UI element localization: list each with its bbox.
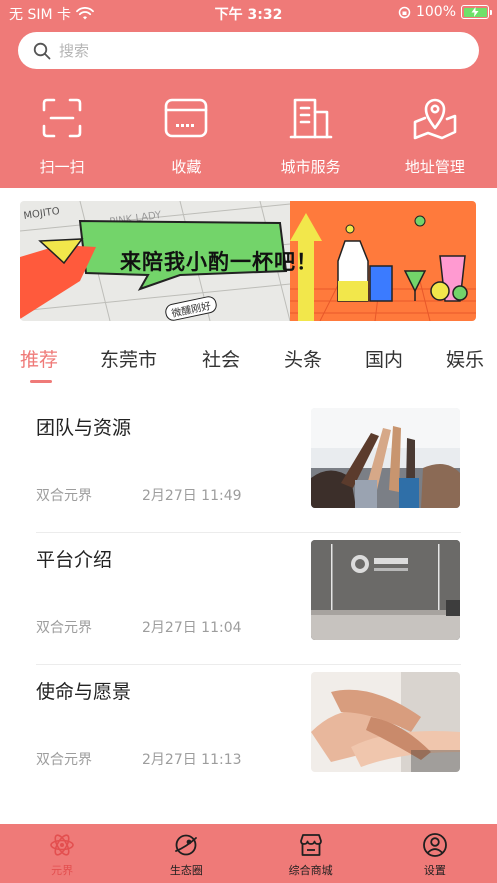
news-thumbnail [311, 540, 460, 640]
tab-entertainment[interactable]: 娱乐 [446, 345, 484, 372]
quick-actions: 扫一扫 收藏 城市服务 地址管理 [0, 94, 497, 177]
news-time: 2月27日 11:49 [142, 488, 242, 504]
news-source: 双合元界 [36, 620, 92, 636]
user-icon [422, 833, 447, 857]
news-source: 双合元界 [36, 752, 92, 768]
planet-icon [175, 834, 198, 856]
category-tabs: 推荐 东莞市 社会 头条 国内 娱乐 [0, 345, 497, 385]
store-icon [299, 834, 322, 856]
news-item[interactable]: 使命与愿景 双合元界 2月27日 11:13 [36, 665, 461, 797]
tab-domestic[interactable]: 国内 [365, 345, 403, 372]
quick-action-city-services[interactable]: 城市服务 [249, 94, 373, 177]
news-thumbnail [311, 408, 460, 508]
map-icon [413, 98, 457, 140]
quick-action-label: 收藏 [171, 158, 202, 176]
news-title: 平台介绍 [36, 549, 113, 571]
tabbar-label: 设置 [423, 864, 446, 877]
quick-action-favorites[interactable]: 收藏 [124, 94, 248, 177]
news-thumbnail [311, 672, 460, 772]
orientation-lock-icon [398, 6, 411, 18]
quick-action-scan[interactable]: 扫一扫 [0, 94, 124, 177]
bottom-tab-bar: 元界 生态圈 综合商城 设置 [0, 824, 497, 883]
news-source: 双合元界 [36, 488, 92, 504]
tab-society[interactable]: 社会 [202, 345, 240, 372]
quick-action-label: 扫一扫 [39, 158, 85, 176]
news-time: 2月27日 11:04 [142, 620, 242, 636]
scan-icon [42, 98, 82, 138]
tab-dongguan[interactable]: 东莞市 [100, 345, 157, 372]
search-input[interactable] [59, 41, 439, 60]
search-bar[interactable] [18, 32, 479, 69]
quick-action-label: 地址管理 [404, 158, 465, 176]
battery-icon [461, 5, 492, 19]
tabbar-label: 生态圈 [169, 864, 203, 877]
active-tab-indicator [30, 380, 52, 383]
atom-icon [50, 834, 74, 856]
status-bar: 无 SIM 卡 下午 3:32 100% [0, 0, 497, 26]
favorites-icon [165, 98, 208, 138]
tab-headlines[interactable]: 头条 [284, 345, 322, 372]
news-item[interactable]: 团队与资源 双合元界 2月27日 11:49 [36, 401, 461, 533]
news-title: 使命与愿景 [36, 681, 132, 703]
building-icon [289, 98, 332, 139]
header-area: 无 SIM 卡 下午 3:32 100% 搜索 扫一扫 收藏 城市服务 地址管理 [0, 0, 497, 188]
news-title: 团队与资源 [36, 417, 132, 439]
battery-percent: 100% [415, 4, 456, 20]
tabbar-label: 综合商城 [288, 864, 333, 877]
tabbar-item-ecosystem[interactable]: 生态圈 [124, 824, 248, 883]
quick-action-label: 城市服务 [280, 158, 341, 176]
news-time: 2月27日 11:13 [142, 752, 242, 768]
quick-action-address[interactable]: 地址管理 [373, 94, 497, 177]
tabbar-item-settings[interactable]: 设置 [373, 824, 497, 883]
search-icon [33, 42, 51, 59]
tabbar-item-mall[interactable]: 综合商城 [249, 824, 373, 883]
news-item[interactable]: 平台介绍 双合元界 2月27日 11:04 [36, 533, 461, 665]
tabbar-item-yuanjie[interactable]: 元界 [0, 824, 124, 883]
banner-headline: 来陪我小酌一杯吧！ [120, 250, 318, 274]
tab-recommended[interactable]: 推荐 [20, 345, 58, 372]
promo-banner[interactable]: MOJITO PINK LADY 来陪我小酌一杯吧！ 微醺刚好 [20, 201, 476, 321]
tabbar-label: 元界 [51, 864, 74, 877]
